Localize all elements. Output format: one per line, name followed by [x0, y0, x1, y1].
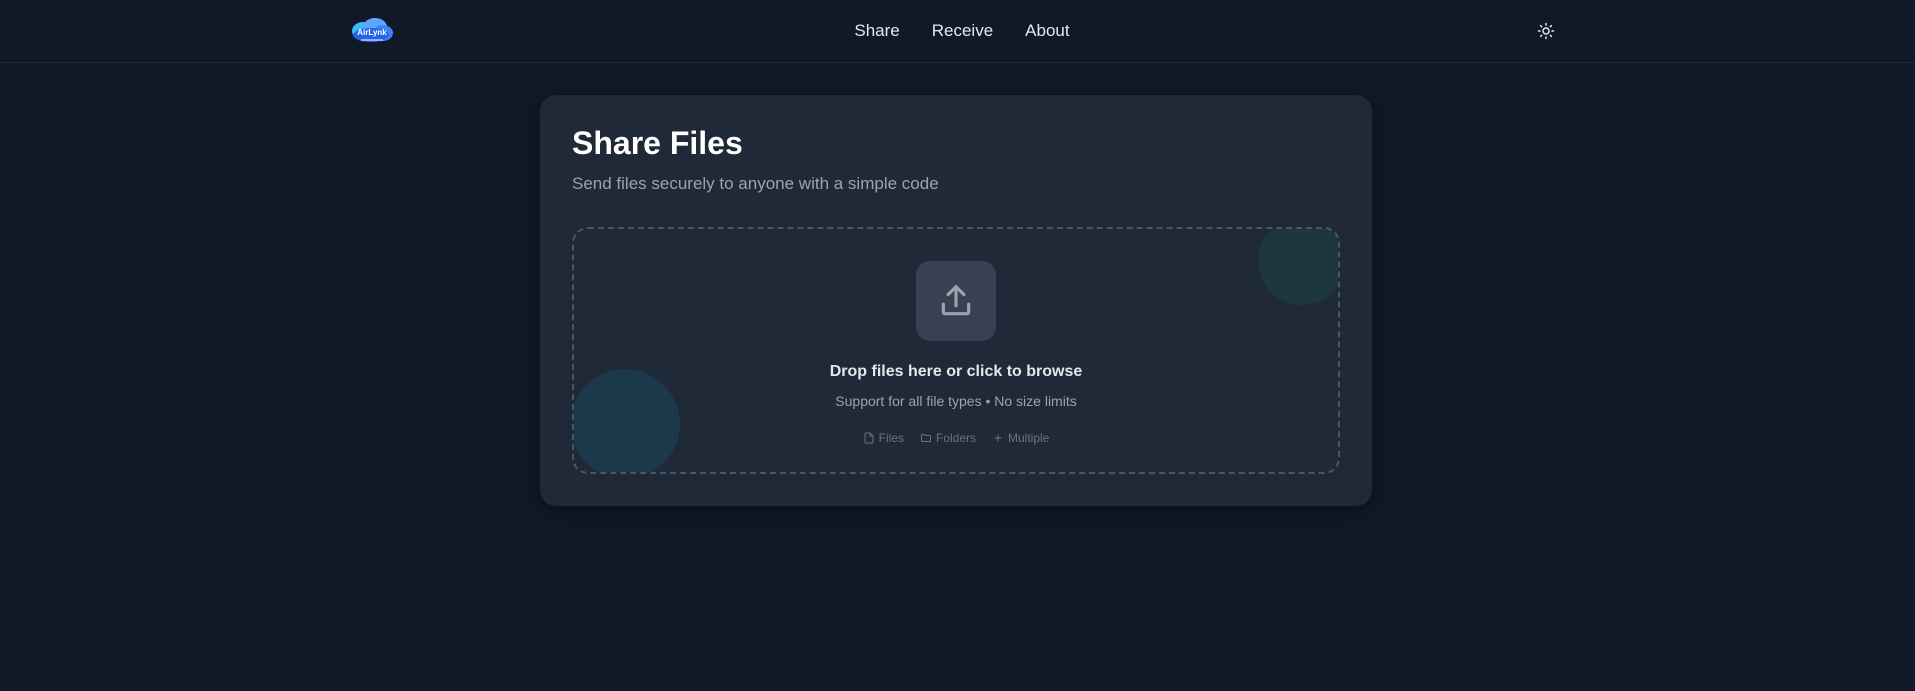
page-title: Share Files	[572, 125, 743, 161]
decorative-blob-right	[1258, 229, 1338, 305]
page-subtitle: Send files securely to anyone with a sim…	[572, 174, 939, 193]
dropzone-title: Drop files here or click to browse	[829, 363, 1083, 380]
dropzone-subtitle: Support for all file types • No size lim…	[835, 393, 1077, 409]
upload-icon	[941, 285, 971, 316]
folder-icon	[920, 434, 931, 442]
decorative-blob-left	[574, 369, 680, 472]
file-dropzone[interactable]: Drop files here or click to browse Suppo…	[572, 227, 1340, 474]
upload-icon-box	[916, 261, 996, 341]
nav-receive[interactable]: Receive	[932, 21, 993, 41]
nav-about[interactable]: About	[1025, 21, 1069, 41]
top-header: AirLynk Share Receive About	[0, 0, 1915, 63]
type-folders-label: Folders	[935, 431, 976, 445]
file-icon	[864, 432, 874, 444]
theme-toggle-button[interactable]	[1533, 18, 1559, 44]
type-files: Files	[863, 431, 904, 445]
type-folders: Folders	[920, 431, 976, 445]
type-multiple-label: Multiple	[1008, 431, 1050, 445]
share-files-card: Share Files Send files securely to anyon…	[540, 95, 1372, 506]
plus-icon	[994, 434, 1002, 442]
supported-types: Files Folders Multiple	[574, 431, 1338, 445]
sun-icon	[1537, 22, 1555, 40]
type-multiple: Multiple	[992, 431, 1049, 445]
main-nav: Share Receive About	[0, 0, 1915, 62]
nav-share[interactable]: Share	[854, 21, 899, 41]
type-files-label: Files	[878, 431, 904, 445]
